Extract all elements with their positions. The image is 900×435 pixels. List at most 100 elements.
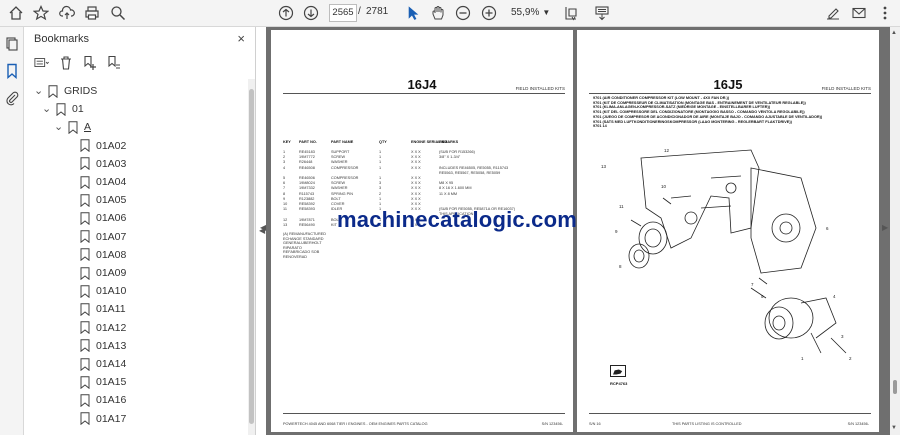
bookmark-icon bbox=[80, 230, 90, 244]
table-cell: 19M7772 bbox=[299, 155, 315, 160]
zoom-in-icon[interactable] bbox=[480, 4, 498, 22]
table-cell: SPRING PIN bbox=[331, 191, 353, 196]
table-cell: 1 bbox=[379, 202, 382, 206]
table-cell: COVER bbox=[331, 202, 345, 206]
delete-bookmark-icon[interactable] bbox=[58, 55, 74, 71]
bookmark-item[interactable]: 01A12 bbox=[66, 319, 126, 337]
deere-logo bbox=[610, 365, 626, 377]
bookmark-icon bbox=[80, 339, 90, 353]
bookmark-item[interactable]: 01A02 bbox=[66, 137, 126, 155]
bookmark-label: 01A05 bbox=[96, 194, 127, 207]
page-thumbnails-icon[interactable] bbox=[4, 36, 20, 52]
divider bbox=[589, 93, 871, 94]
scrollbar-thumb[interactable] bbox=[249, 89, 254, 424]
description-line: 9701 (KIT DE COMPRESSEUR DE CLIMATISATIO… bbox=[593, 100, 806, 105]
table-cell: 9 bbox=[283, 196, 286, 201]
select-cursor-icon[interactable] bbox=[404, 4, 422, 22]
tag-bookmark-icon[interactable] bbox=[106, 55, 122, 71]
bookmark-item[interactable]: 01A10 bbox=[66, 282, 126, 300]
table-cell: 1 bbox=[379, 165, 382, 170]
options-menu-icon[interactable] bbox=[34, 55, 50, 71]
bookmark-item[interactable]: 01A06 bbox=[66, 209, 126, 227]
bookmark-item[interactable]: 01A15 bbox=[66, 373, 126, 391]
attachment-icon[interactable] bbox=[4, 90, 20, 106]
bookmark-item[interactable]: 01A05 bbox=[66, 191, 126, 209]
document-page-right: 16J5 FIELD INSTALLED KITS 9701 (AIR COND… bbox=[577, 30, 879, 432]
divider bbox=[283, 93, 565, 94]
bookmarks-panel-icon[interactable] bbox=[4, 63, 20, 80]
chevron-down-icon[interactable]: ⌄ bbox=[54, 122, 64, 133]
viewer-scrollbar[interactable]: ▲ ▼ bbox=[890, 27, 900, 435]
scroll-down-icon[interactable]: ▼ bbox=[891, 425, 897, 431]
bookmark-item[interactable]: 01A13 bbox=[66, 337, 126, 355]
mail-icon[interactable] bbox=[850, 4, 868, 22]
more-icon[interactable] bbox=[876, 4, 894, 22]
current-page-input[interactable]: 2565 bbox=[329, 4, 357, 22]
edit-sign-icon[interactable] bbox=[824, 4, 842, 22]
bookmark-item[interactable]: 01A14 bbox=[66, 355, 126, 373]
search-zoom-icon[interactable] bbox=[109, 4, 127, 22]
table-cell: M8 X 95 bbox=[439, 181, 454, 186]
bookmark-item[interactable]: ⌄ 01 bbox=[42, 100, 84, 118]
close-icon[interactable]: × bbox=[237, 31, 245, 46]
description-line: 9701 (SATS MED LUFTKONDITIONERINGSKOMPRE… bbox=[593, 119, 792, 124]
read-mode-icon[interactable] bbox=[593, 4, 611, 22]
bookmark-item[interactable]: 01A16 bbox=[66, 391, 126, 409]
previous-page-arrow-icon[interactable]: ◀ bbox=[260, 223, 266, 232]
bookmark-icon bbox=[68, 121, 78, 135]
table-cell: X X X bbox=[411, 196, 421, 201]
bookmarks-title: Bookmarks bbox=[34, 33, 90, 45]
note-line: RENOVERAD bbox=[283, 255, 308, 259]
description-line: 9701 14 bbox=[593, 124, 607, 129]
chevron-down-icon[interactable]: ⌄ bbox=[42, 104, 52, 115]
callout-label: 4 bbox=[833, 294, 836, 299]
bookmark-item[interactable]: 01A09 bbox=[66, 264, 126, 282]
page-down-icon[interactable] bbox=[302, 4, 320, 22]
bookmark-item[interactable]: 01A04 bbox=[66, 173, 126, 191]
divider bbox=[283, 413, 565, 414]
print-icon[interactable] bbox=[83, 4, 101, 22]
note-line: GENERALUBERHOLT bbox=[283, 241, 322, 246]
bookmark-label: 01A10 bbox=[96, 285, 127, 298]
bookmark-item[interactable]: 01A07 bbox=[66, 228, 126, 246]
upload-icon[interactable] bbox=[58, 4, 76, 22]
table-cell: 1 bbox=[379, 155, 382, 160]
bookmark-item[interactable]: 01A08 bbox=[66, 246, 126, 264]
page-up-icon[interactable] bbox=[277, 4, 295, 22]
description-line: 9701 (JUEGO DE COMPRESOR DE ACONDICIONAD… bbox=[593, 114, 823, 119]
zoom-select[interactable]: 55,9% ▼ bbox=[511, 5, 551, 21]
column-header: REMARKS bbox=[439, 140, 459, 144]
next-page-arrow-icon[interactable]: ▶ bbox=[882, 223, 888, 232]
table-cell: 3 bbox=[379, 186, 382, 191]
table-cell: BOLT bbox=[331, 196, 341, 201]
table-cell: 1 bbox=[283, 150, 286, 154]
table-cell: 6 bbox=[283, 181, 286, 186]
fit-page-icon[interactable] bbox=[562, 4, 580, 22]
hand-icon[interactable] bbox=[429, 4, 447, 22]
table-cell: SCREW bbox=[331, 155, 346, 160]
column-header: QTY bbox=[379, 140, 387, 144]
new-bookmark-icon[interactable] bbox=[82, 55, 98, 71]
callout-label: 11 bbox=[619, 204, 624, 209]
home-icon[interactable] bbox=[7, 4, 25, 22]
bookmark-item[interactable]: ⌄ GRIDS bbox=[34, 82, 97, 100]
table-cell: RE56490 bbox=[299, 222, 315, 227]
bookmark-icon bbox=[48, 84, 58, 98]
bookmark-item[interactable]: 01A11 bbox=[66, 300, 126, 318]
chevron-down-icon[interactable]: ⌄ bbox=[34, 86, 44, 97]
bookmark-star-icon[interactable] bbox=[32, 4, 50, 22]
scroll-up-icon[interactable]: ▲ bbox=[891, 30, 897, 36]
scrollbar-thumb[interactable] bbox=[893, 380, 897, 394]
bookmark-item[interactable]: 01A17 bbox=[66, 410, 126, 428]
table-cell: X X X bbox=[411, 155, 421, 160]
description-line: 9701 (KIT DEL COMPRESSORE DEL CONDIZIONA… bbox=[593, 110, 805, 115]
page-footer-left: S/N 16 bbox=[589, 422, 601, 426]
bookmark-item[interactable]: 01A03 bbox=[66, 155, 126, 173]
table-cell: RE58393 bbox=[299, 207, 315, 212]
zoom-out-icon[interactable] bbox=[454, 4, 472, 22]
bookmarks-scrollbar[interactable] bbox=[248, 79, 255, 435]
bookmark-item[interactable]: ⌄ A bbox=[54, 118, 91, 136]
page-separator: / bbox=[358, 6, 361, 17]
bookmark-label: 01 bbox=[72, 103, 84, 116]
bookmark-label: 01A09 bbox=[96, 267, 127, 279]
